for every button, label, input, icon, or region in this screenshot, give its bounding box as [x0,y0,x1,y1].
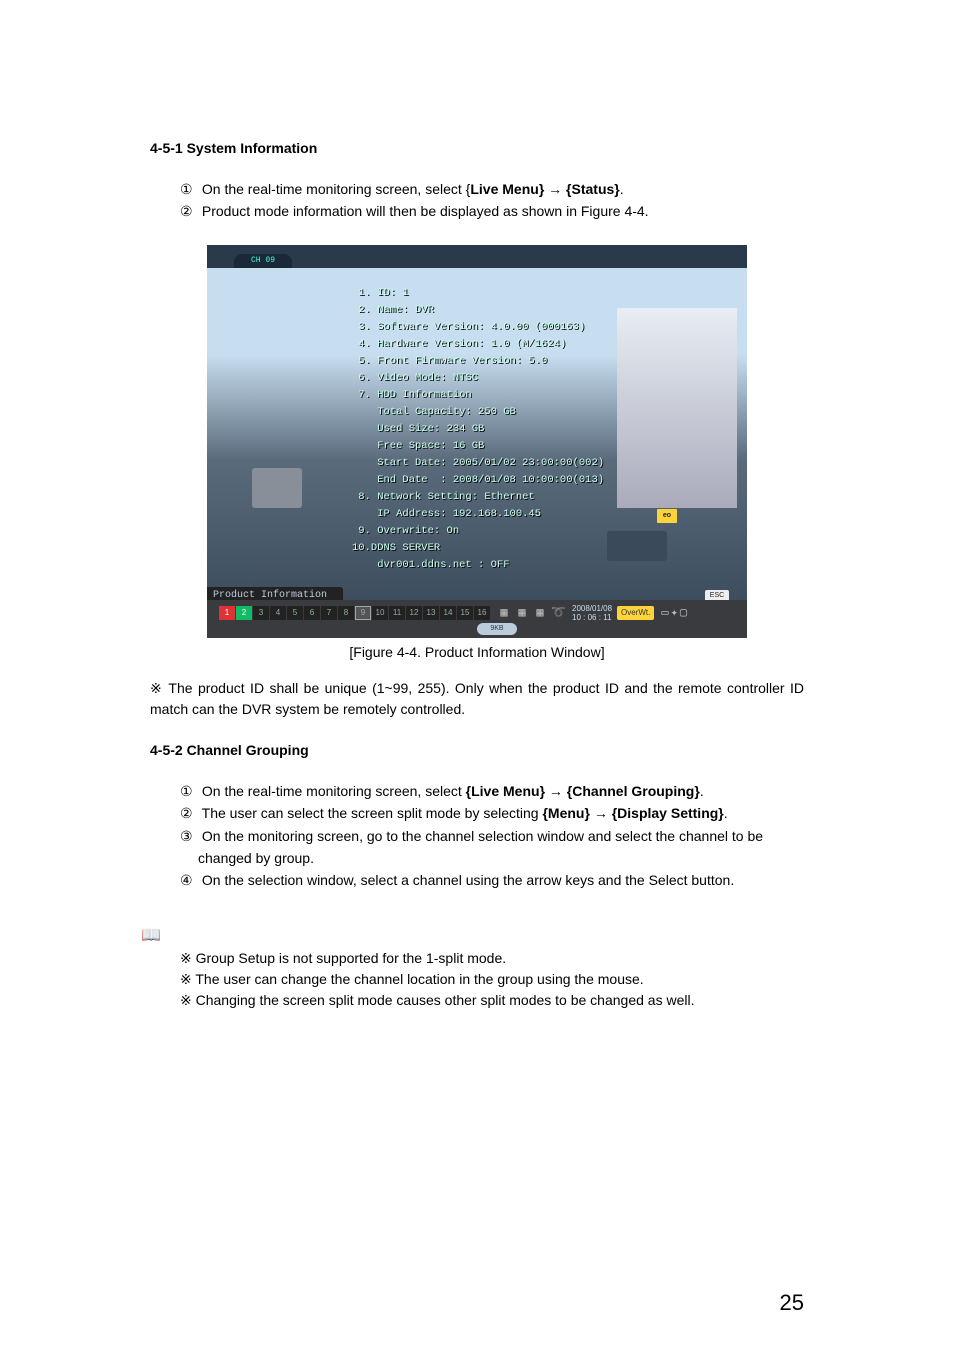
ch-9[interactable]: 9 [355,606,371,620]
ch-3[interactable]: 3 [253,606,269,620]
step-2-text: Product mode information will then be di… [202,203,649,219]
status-icons: ▭✦▢ [661,605,689,620]
split-2x2-icon[interactable]: ▦ [497,606,511,620]
s2-2-pre: The user can select the screen split mod… [202,805,543,821]
book-icon: 📖 [140,924,162,948]
timestamp: 2008/01/08 10 : 06 : 11 [572,604,612,622]
step2-1: ① On the real-time monitoring screen, se… [180,780,804,802]
s2-3-text: On the monitoring screen, go to the chan… [198,828,763,866]
section-4-5-2-heading: 4-5-2 Channel Grouping [150,742,804,758]
circled-3b: ③ [180,825,198,847]
status-bar: 1 2 3 4 5 6 7 8 9 10 11 12 13 14 15 16 [207,600,747,638]
section-4-5-1-steps: ① On the real-time monitoring screen, se… [150,178,804,223]
step-1: ① On the real-time monitoring screen, se… [180,178,804,200]
s2-4-text: On the selection window, select a channe… [202,872,734,888]
split-icons: ▦ ▦ ▦ ➰ [497,606,565,620]
s2-2-post: . [724,805,728,821]
circled-1: ① [180,178,198,200]
ch-1[interactable]: 1 [219,606,235,620]
step2-3: ③ On the monitoring screen, go to the ch… [180,825,804,870]
circled-4b: ④ [180,869,198,891]
ch-14[interactable]: 14 [440,606,456,620]
notes-block: 📖 ※ Group Setup is not supported for the… [150,924,804,1011]
ts-date: 2008/01/08 [572,604,612,613]
step-1-text-pre: On the real-time monitoring screen, sele… [202,181,470,197]
step-2: ② Product mode information will then be … [180,200,804,222]
product-info-window: CH 09 1. ID: 1 2. Name: DVR 3. Software … [207,245,747,638]
note-c: ※ Changing the screen split mode causes … [180,990,804,1011]
split-4x4-icon[interactable]: ▦ [533,606,547,620]
s2-1-bold: {Live Menu} → {Channel Grouping} [466,783,700,799]
ch-11[interactable]: 11 [389,606,405,620]
step-1-text-post: . [620,181,624,197]
unique-id-note: ※ The product ID shall be unique (1~99, … [150,678,804,720]
eo-badge: eo [657,509,677,523]
ch-10[interactable]: 10 [372,606,388,620]
ch-2[interactable]: 2 [236,606,252,620]
s2-1-post: . [700,783,704,799]
step2-4: ④ On the selection window, select a chan… [180,869,804,891]
ch-6[interactable]: 6 [304,606,320,620]
circled-2: ② [180,200,198,222]
channel-tab[interactable]: CH 09 [234,254,292,268]
ch-7[interactable]: 7 [321,606,337,620]
bitrate-pill: 9KB [477,623,517,635]
circled-1b: ① [180,780,198,802]
ch-4[interactable]: 4 [270,606,286,620]
s2-2-bold: {Menu} → {Display Setting} [542,805,723,821]
info-overlay-text: 1. ID: 1 2. Name: DVR 3. Software Versio… [352,285,612,574]
circled-2b: ② [180,802,198,824]
cycle-icon[interactable]: ➰ [551,606,565,620]
ts-time: 10 : 06 : 11 [572,613,612,622]
note-b: ※ The user can change the channel locati… [180,969,804,990]
ch-13[interactable]: 13 [423,606,439,620]
s2-1-pre: On the real-time monitoring screen, sele… [202,783,466,799]
ch-5[interactable]: 5 [287,606,303,620]
ch-16[interactable]: 16 [474,606,490,620]
split-3x3-icon[interactable]: ▦ [515,606,529,620]
ch-12[interactable]: 12 [406,606,422,620]
ch-15[interactable]: 15 [457,606,473,620]
section-4-5-2-steps: ① On the real-time monitoring screen, se… [150,780,804,892]
step-1-bold: Live Menu} → {Status} [470,181,619,197]
step2-2: ② The user can select the screen split m… [180,802,804,824]
ch-8[interactable]: 8 [338,606,354,620]
page-number: 25 [780,1290,804,1316]
overwrite-badge: OverWt. [617,606,654,620]
section-4-5-1-heading: 4-5-1 System Information [150,140,804,156]
figure-caption: [Figure 4-4. Product Information Window] [150,644,804,660]
note-a: ※ Group Setup is not supported for the 1… [180,948,804,969]
